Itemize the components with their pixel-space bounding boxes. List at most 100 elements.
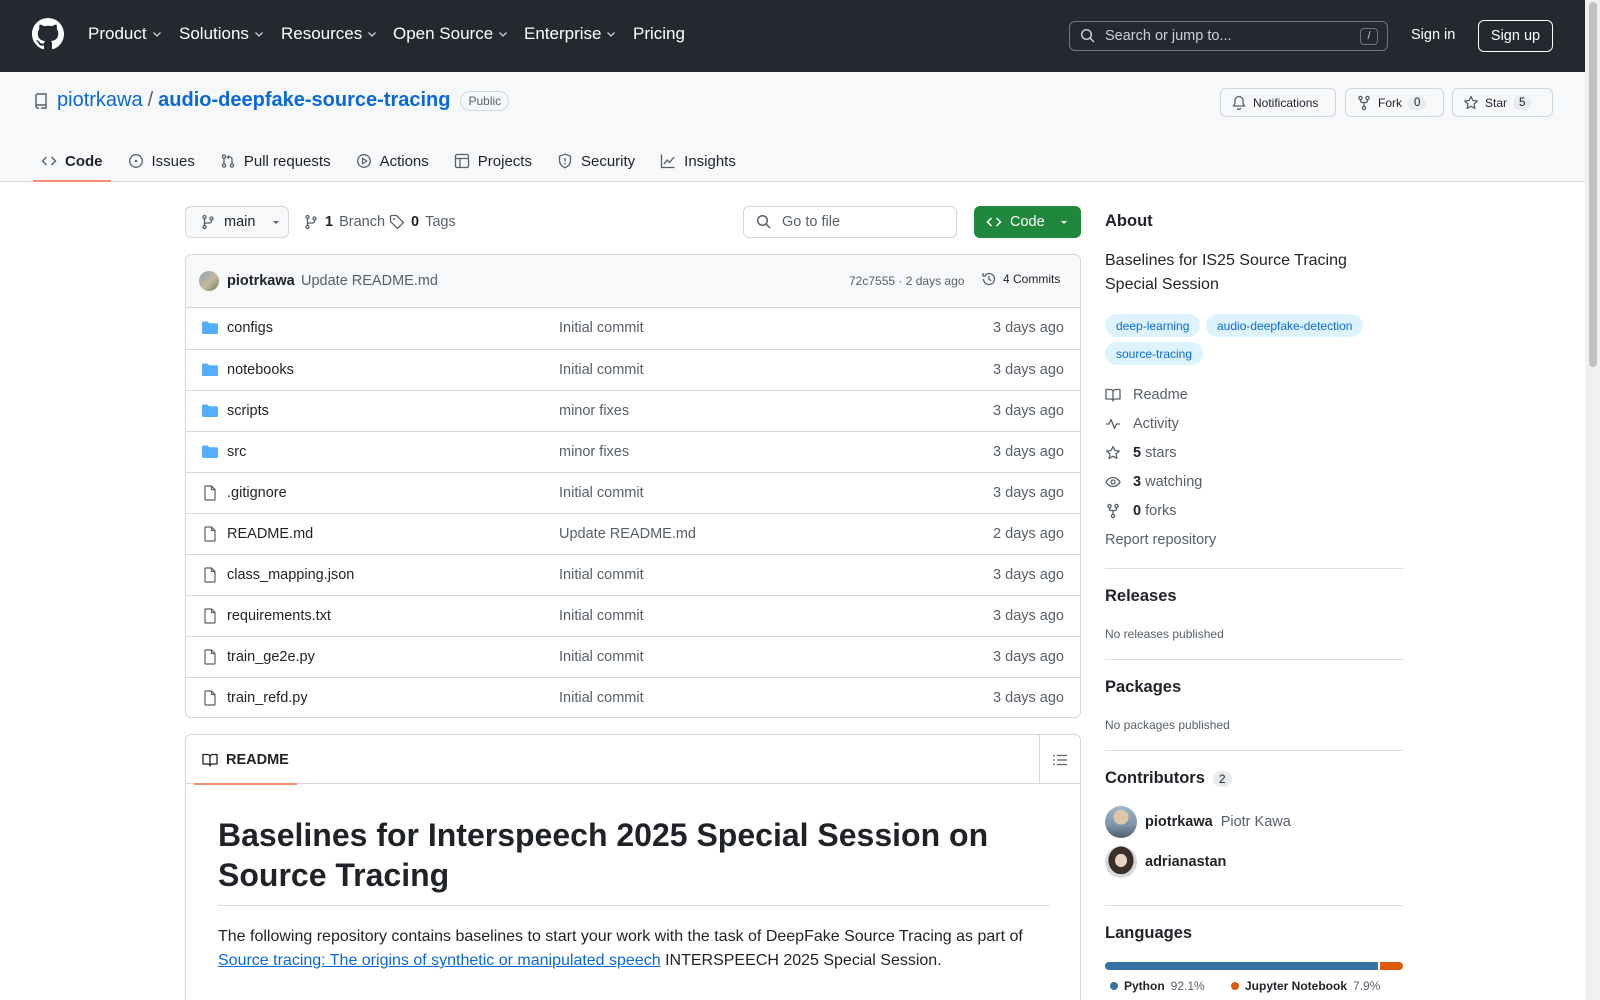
repo-owner-link[interactable]: piotrkawa (57, 89, 143, 112)
repo-name-link[interactable]: audio-deepfake-source-tracing (158, 89, 450, 112)
language-name: Python (1124, 979, 1165, 993)
file-commit-message[interactable]: Initial commit (559, 567, 644, 583)
tab-projects[interactable]: Projects (446, 142, 540, 180)
table-icon (454, 153, 469, 169)
outline-toggle[interactable] (1039, 735, 1080, 784)
contributors-heading[interactable]: Contributors 2 (1105, 769, 1232, 788)
special-session-link[interactable]: Source tracing: The origins of synthetic… (218, 952, 661, 969)
language-item[interactable]: Jupyter Notebook 7.9% (1231, 979, 1380, 993)
contributor-login[interactable]: piotrkawa (1145, 814, 1213, 830)
contributor-item[interactable]: adrianastan (1105, 846, 1226, 878)
file-name-link[interactable]: README.md (227, 526, 313, 542)
file-name-link[interactable]: requirements.txt (227, 608, 331, 624)
commits-history-link[interactable]: 4 Commits (981, 271, 1060, 287)
tab-pull-requests[interactable]: Pull requests (212, 142, 339, 180)
report-repository-link[interactable]: Report repository (1105, 532, 1216, 548)
commit-sha-time[interactable]: 72c7555 · 2 days ago (849, 274, 964, 288)
readme-tab[interactable]: README (194, 735, 297, 785)
file-commit-message[interactable]: Update README.md (559, 526, 696, 542)
sign-in-link[interactable]: Sign in (1411, 27, 1455, 43)
activity-link[interactable]: Activity (1105, 416, 1179, 432)
bell-icon (1232, 95, 1246, 110)
file-commit-date: 3 days ago (993, 567, 1064, 583)
file-name-link[interactable]: configs (227, 320, 273, 336)
file-commit-message[interactable]: Initial commit (559, 690, 644, 706)
sign-up-button[interactable]: Sign up (1478, 20, 1553, 52)
star-button[interactable]: Star 5 (1452, 88, 1553, 117)
file-row[interactable]: src minor fixes 3 days ago (186, 431, 1080, 472)
readme-link[interactable]: Readme (1105, 387, 1188, 403)
file-row[interactable]: notebooks Initial commit 3 days ago (186, 349, 1080, 390)
go-to-file-input[interactable]: Go to file (743, 206, 957, 238)
releases-heading[interactable]: Releases (1105, 587, 1177, 606)
fork-button[interactable]: Fork 0 (1345, 88, 1444, 117)
file-commit-message[interactable]: Initial commit (559, 608, 644, 624)
topic-tag[interactable]: audio-deepfake-detection (1206, 314, 1364, 337)
about-heading: About (1105, 212, 1153, 230)
file-row[interactable]: .gitignore Initial commit 3 days ago (186, 472, 1080, 513)
contributor-login[interactable]: adrianastan (1145, 854, 1226, 870)
file-name-link[interactable]: class_mapping.json (227, 567, 354, 583)
nav-product[interactable]: Product (88, 24, 163, 44)
file-commit-message[interactable]: Initial commit (559, 649, 644, 665)
github-logo-icon[interactable] (32, 18, 64, 50)
tab-insights[interactable]: Insights (652, 142, 744, 180)
file-name-link[interactable]: src (227, 444, 246, 460)
file-name-link[interactable]: scripts (227, 403, 269, 419)
branches-link[interactable]: 1 Branch (303, 214, 385, 230)
topic-tag[interactable]: source-tracing (1105, 342, 1204, 365)
language-item[interactable]: Python 92.1% (1110, 979, 1205, 993)
tags-link[interactable]: 0 Tags (389, 214, 456, 230)
forks-label: forks (1145, 503, 1177, 519)
file-name-link[interactable]: notebooks (227, 362, 294, 378)
file-row[interactable]: scripts minor fixes 3 days ago (186, 390, 1080, 431)
nav-resources[interactable]: Resources (281, 24, 378, 44)
tab-issues[interactable]: Issues (120, 142, 203, 180)
file-row[interactable]: train_refd.py Initial commit 3 days ago (186, 677, 1080, 717)
list-unordered-icon (1053, 754, 1067, 765)
stars-link[interactable]: 5 stars (1105, 445, 1177, 461)
nav-open-source[interactable]: Open Source (393, 24, 509, 44)
nav-enterprise[interactable]: Enterprise (524, 24, 617, 44)
notifications-button[interactable]: Notifications (1220, 88, 1336, 117)
tab-actions[interactable]: Actions (348, 142, 437, 180)
packages-heading[interactable]: Packages (1105, 678, 1181, 697)
readme-panel: README Baselines for Interspeech 2025 Sp… (185, 734, 1081, 1000)
file-row[interactable]: requirements.txt Initial commit 3 days ago (186, 595, 1080, 636)
avatar[interactable] (1105, 846, 1137, 878)
search-input[interactable]: Search or jump to... / (1069, 21, 1388, 51)
file-name-link[interactable]: .gitignore (227, 485, 287, 501)
branch-selector[interactable]: main (185, 206, 289, 238)
file-name-link[interactable]: train_ge2e.py (227, 649, 315, 665)
avatar[interactable] (1105, 806, 1137, 838)
file-row[interactable]: configs Initial commit 3 days ago (186, 308, 1080, 349)
releases-empty-text: No releases published (1105, 627, 1224, 641)
nav-solutions[interactable]: Solutions (179, 24, 265, 44)
file-row[interactable]: README.md Update README.md 2 days ago (186, 513, 1080, 554)
file-commit-message[interactable]: Initial commit (559, 362, 644, 378)
avatar[interactable] (199, 271, 219, 291)
file-name-link[interactable]: train_refd.py (227, 690, 308, 706)
tab-security[interactable]: Security (549, 142, 643, 180)
file-commit-message[interactable]: minor fixes (559, 403, 629, 419)
nav-pricing[interactable]: Pricing (633, 24, 685, 44)
topic-tag[interactable]: deep-learning (1105, 314, 1201, 337)
contributor-item[interactable]: piotrkawa Piotr Kawa (1105, 806, 1291, 838)
file-commit-message[interactable]: minor fixes (559, 444, 629, 460)
commit-message-link[interactable]: Update README.md (301, 273, 438, 289)
fork-icon (1358, 95, 1370, 110)
commit-author-link[interactable]: piotrkawa (227, 273, 295, 289)
code-button-label: Code (1010, 214, 1045, 230)
file-row[interactable]: class_mapping.json Initial commit 3 days a… (186, 554, 1080, 595)
watching-link[interactable]: 3 watching (1105, 474, 1202, 490)
file-commit-message[interactable]: Initial commit (559, 485, 644, 501)
code-dropdown-button[interactable]: Code (974, 206, 1081, 238)
tab-code[interactable]: Code (33, 142, 111, 182)
star-icon (1106, 445, 1120, 460)
scrollbar-thumb[interactable] (1589, 2, 1597, 367)
file-row[interactable]: train_ge2e.py Initial commit 3 days ago (186, 636, 1080, 677)
forks-link[interactable]: 0 forks (1105, 503, 1177, 519)
file-commit-message[interactable]: Initial commit (559, 320, 644, 336)
contributor-name: Piotr Kawa (1220, 814, 1291, 830)
nav-open-source-label: Open Source (393, 24, 494, 43)
